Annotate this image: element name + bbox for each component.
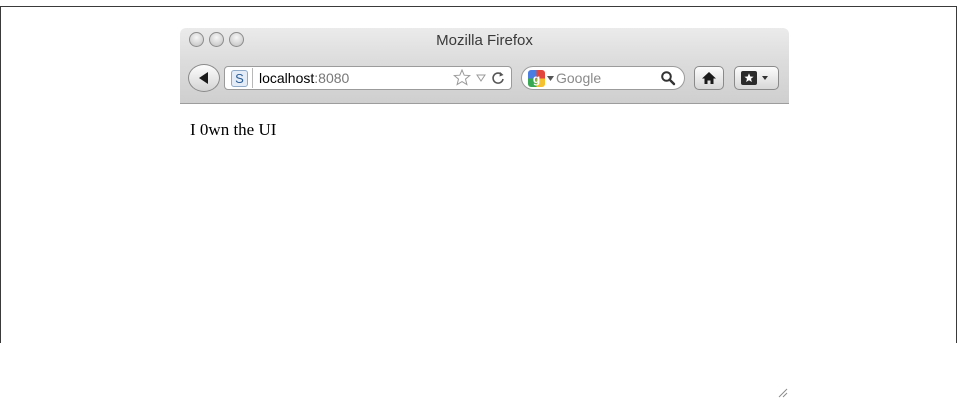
history-dropdown-icon[interactable] <box>476 73 486 83</box>
google-logo-icon[interactable]: g <box>528 70 545 87</box>
window-title: Mozilla Firefox <box>436 32 533 49</box>
page-body-text: I 0wn the UI <box>190 120 277 139</box>
search-bar[interactable]: g Google <box>521 66 685 90</box>
bookmarks-menu-icon <box>741 71 768 85</box>
search-input[interactable]: Google <box>556 70 601 86</box>
svg-text:g: g <box>533 72 540 86</box>
resize-grip-icon[interactable] <box>776 386 788 398</box>
bookmark-star-icon[interactable] <box>453 69 471 86</box>
reload-icon[interactable] <box>491 71 505 85</box>
home-button[interactable] <box>694 66 724 90</box>
home-icon <box>702 72 716 84</box>
back-button[interactable] <box>188 64 220 92</box>
bookmarks-menu-button[interactable] <box>734 66 779 90</box>
url-text[interactable]: localhost:8080 <box>259 70 349 86</box>
title-bar: Mozilla Firefox S localhost:8080 g Googl… <box>180 28 789 104</box>
url-divider <box>252 68 253 88</box>
search-engine-dropdown-icon[interactable] <box>547 76 554 81</box>
magnifier-icon[interactable] <box>660 70 676 86</box>
browser-window: Mozilla Firefox S localhost:8080 g Googl… <box>180 28 789 398</box>
url-bar-icons <box>453 69 505 86</box>
page-content: I 0wn the UI <box>180 104 789 398</box>
site-identity-icon[interactable]: S <box>231 70 248 87</box>
url-bar[interactable]: S localhost:8080 <box>224 66 512 90</box>
url-host: localhost <box>259 70 315 86</box>
navigation-toolbar: S localhost:8080 g Google <box>188 64 781 92</box>
back-arrow-icon <box>199 72 208 84</box>
url-port: :8080 <box>314 70 350 86</box>
